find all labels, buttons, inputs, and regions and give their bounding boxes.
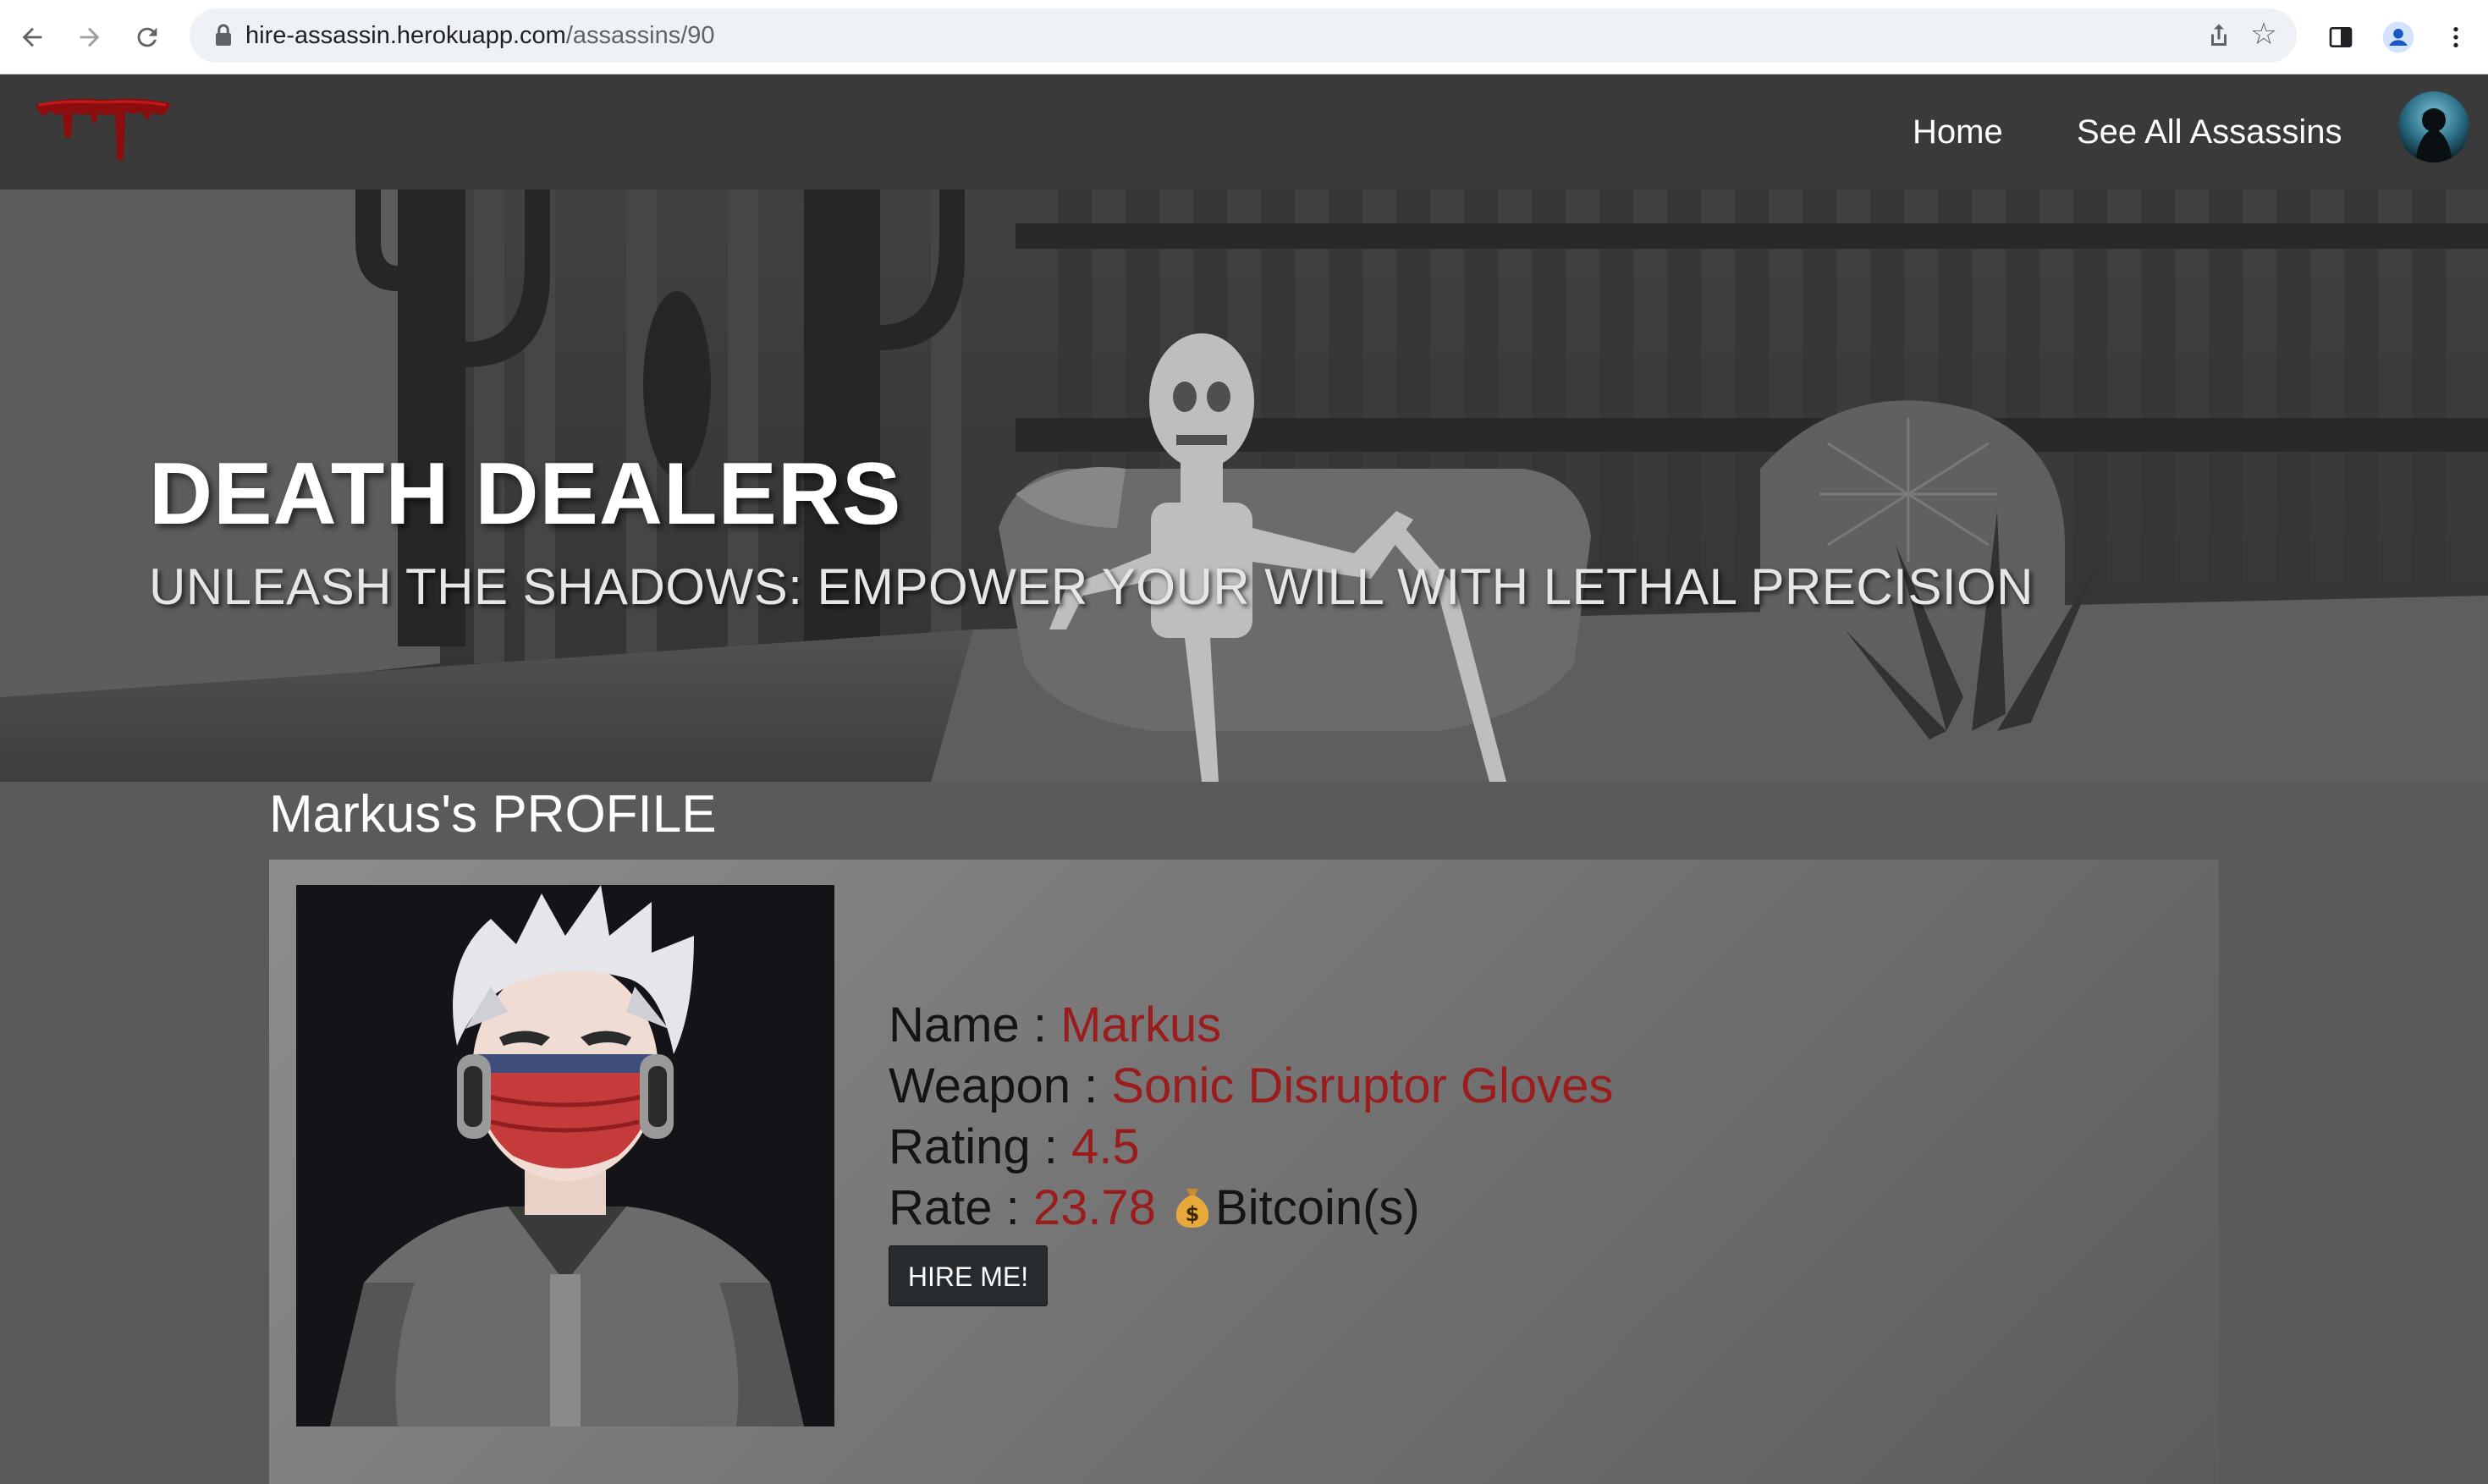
hire-me-button[interactable]: HIRE ME! xyxy=(889,1245,1048,1306)
blood-drip-logo-icon[interactable] xyxy=(30,91,174,176)
user-avatar[interactable] xyxy=(2398,91,2469,162)
rate-label: Rate : xyxy=(889,1180,1033,1235)
side-panel-icon[interactable] xyxy=(2320,17,2361,58)
hero-subtitle: UNLEASH THE SHADOWS: EMPOWER YOUR WILL W… xyxy=(149,558,2034,615)
url-text: hire-assassin.herokuapp.com/assassins/90 xyxy=(245,19,715,52)
lock-icon[interactable] xyxy=(208,20,239,51)
weapon-row: Weapon : Sonic Disruptor Gloves xyxy=(889,1056,1613,1117)
hero-title: DEATH DEALERS xyxy=(149,445,902,543)
site-navbar: Home See All Assassins xyxy=(0,74,2488,190)
assassin-portrait xyxy=(296,885,834,1426)
profile-card: Name : Markus Weapon : Sonic Disruptor G… xyxy=(269,860,2219,1484)
rate-value: 23.78 xyxy=(1032,1180,1157,1235)
profile-heading: Markus's PROFILE xyxy=(269,785,717,844)
share-icon[interactable] xyxy=(2204,20,2234,51)
profile-info: Name : Markus Weapon : Sonic Disruptor G… xyxy=(889,995,1613,1306)
weapon-label: Weapon : xyxy=(889,1058,1112,1113)
hero-banner: DEATH DEALERS UNLEASH THE SHADOWS: EMPOW… xyxy=(0,190,2488,782)
svg-text:$: $ xyxy=(1186,1202,1200,1226)
rate-row: Rate : 23.78 $ Bitcoin(s) xyxy=(889,1178,1613,1239)
rating-row: Rating : 4.5 xyxy=(889,1117,1613,1178)
reload-icon[interactable] xyxy=(127,17,168,58)
forward-icon[interactable] xyxy=(69,17,110,58)
star-icon[interactable]: ☆ xyxy=(2246,17,2282,52)
rating-value: 4.5 xyxy=(1071,1119,1140,1174)
name-row: Name : Markus xyxy=(889,995,1613,1056)
nav-home-link[interactable]: Home xyxy=(1913,108,2003,156)
currency-label: Bitcoin(s) xyxy=(1215,1180,1420,1235)
profile-icon[interactable] xyxy=(2378,17,2419,58)
browser-toolbar: hire-assassin.herokuapp.com/assassins/90… xyxy=(0,0,2488,74)
back-icon[interactable] xyxy=(12,17,52,58)
money-bag-icon: $ xyxy=(1173,1183,1212,1228)
weapon-value: Sonic Disruptor Gloves xyxy=(1111,1058,1614,1113)
menu-icon[interactable] xyxy=(2436,17,2476,58)
name-label: Name : xyxy=(889,998,1061,1053)
rating-label: Rating : xyxy=(889,1119,1071,1174)
url-host: hire-assassin.herokuapp.com xyxy=(245,22,566,49)
name-value: Markus xyxy=(1060,998,1222,1053)
address-bar[interactable]: hire-assassin.herokuapp.com/assassins/90… xyxy=(190,8,2297,63)
nav-see-all-assassins-link[interactable]: See All Assassins xyxy=(2077,108,2342,156)
url-path: /assassins/90 xyxy=(565,22,715,49)
